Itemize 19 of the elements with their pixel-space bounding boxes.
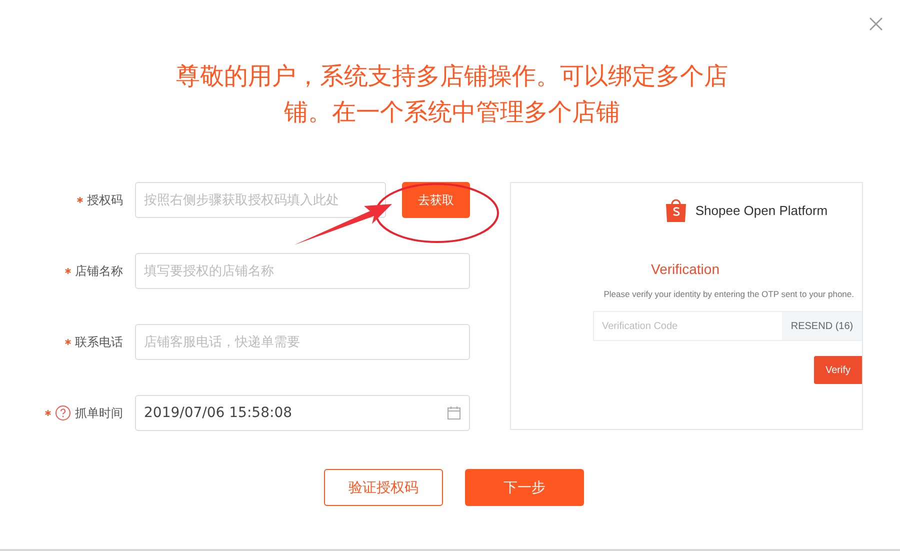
verification-text: Please verify your identity by entering the OTP sent to your phone.: [604, 289, 854, 299]
help-icon[interactable]: [55, 405, 71, 421]
input-field[interactable]: 填写要授权的店铺名称: [135, 253, 470, 289]
shopping-bag-icon: [665, 197, 688, 223]
date-field[interactable]: 2019/07/06 15:58:08: [135, 395, 470, 431]
input-field[interactable]: 按照右侧步骤获取授权码填入此处: [135, 182, 386, 218]
field-label: 店铺名称: [75, 262, 123, 280]
get-code-button[interactable]: 去获取: [402, 182, 470, 218]
input-field[interactable]: 店铺客服电话，快递单需要: [135, 324, 470, 360]
field-label: 授权码: [87, 192, 123, 208]
verify-code-button[interactable]: 验证授权码: [324, 469, 443, 506]
brand-name: Shopee Open Platform: [695, 202, 828, 218]
close-icon[interactable]: [869, 17, 883, 31]
field-label: 抓单时间: [75, 404, 123, 422]
dialog-title: 尊敬的用户，系统支持多店铺操作。可以绑定多个店铺。在一个系统中管理多个店铺: [175, 61, 729, 128]
verification-heading: Verification: [650, 261, 720, 277]
field-label: 联系电话: [75, 334, 123, 350]
next-button[interactable]: 下一步: [465, 469, 584, 506]
calendar-icon[interactable]: [447, 406, 461, 420]
